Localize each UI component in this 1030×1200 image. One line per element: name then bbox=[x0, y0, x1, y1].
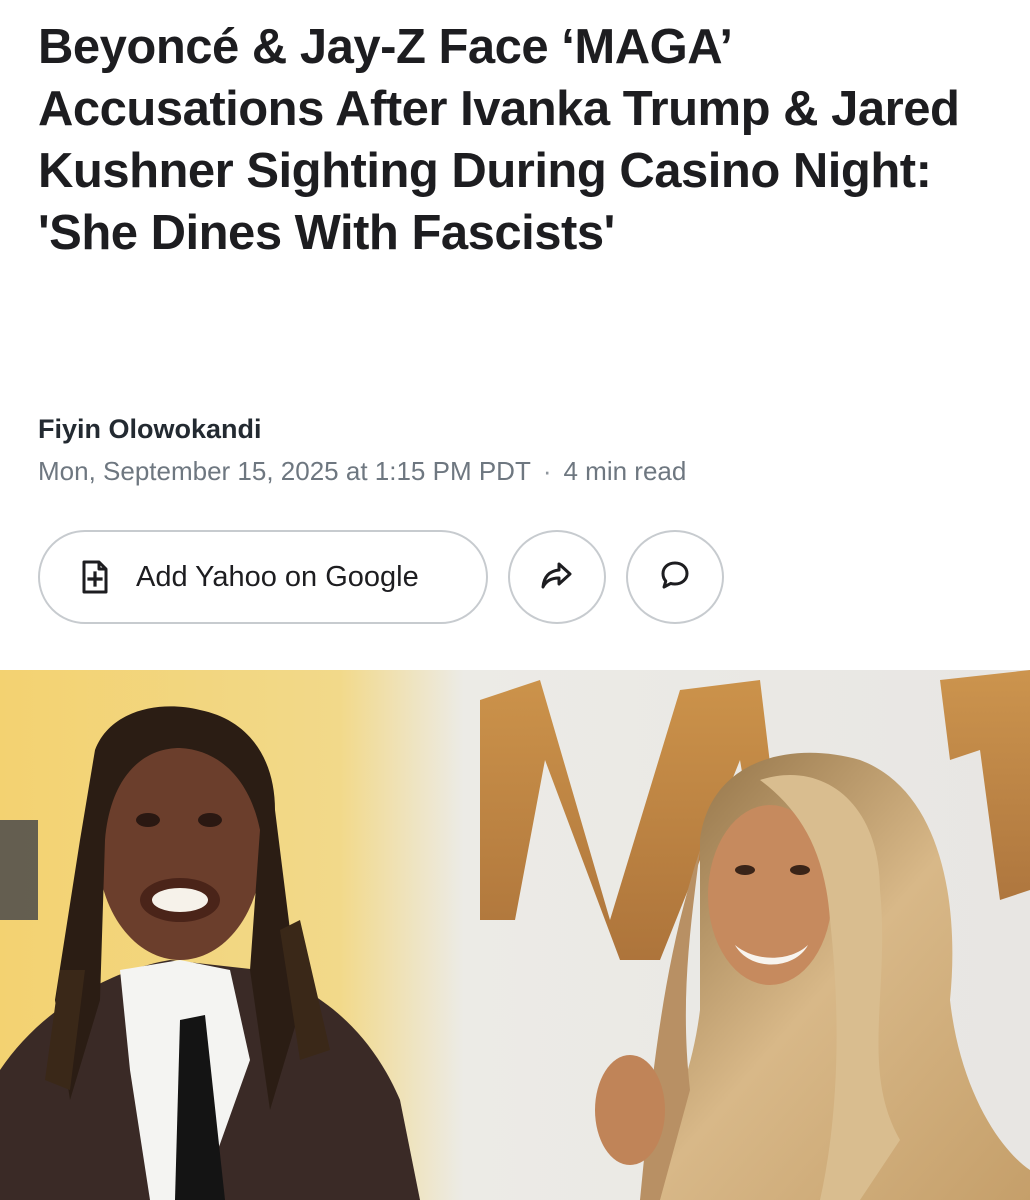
hero-photo-illustration bbox=[0, 670, 1030, 1200]
article-actions: Add Yahoo on Google bbox=[38, 530, 724, 624]
article-meta: Mon, September 15, 2025 at 1:15 PM PDT · 4… bbox=[38, 456, 686, 487]
hero-photo bbox=[0, 670, 1030, 1200]
article: Beyoncé & Jay-Z Face ‘MAGA’ Accusations … bbox=[0, 0, 1030, 1200]
read-time: 4 min read bbox=[563, 456, 687, 486]
article-headline: Beyoncé & Jay-Z Face ‘MAGA’ Accusations … bbox=[38, 20, 960, 260]
share-arrow-icon bbox=[540, 560, 574, 595]
author-name[interactable]: Fiyin Olowokandi bbox=[38, 414, 262, 445]
document-plus-icon bbox=[80, 559, 110, 595]
comments-button[interactable] bbox=[626, 530, 724, 624]
publish-date: Mon, September 15, 2025 at 1:15 PM PDT bbox=[38, 456, 531, 486]
share-button[interactable] bbox=[508, 530, 606, 624]
comment-bubble-icon bbox=[659, 559, 691, 596]
add-yahoo-on-google-button[interactable]: Add Yahoo on Google bbox=[38, 530, 488, 624]
add-yahoo-on-google-label: Add Yahoo on Google bbox=[136, 560, 419, 593]
meta-separator: · bbox=[542, 456, 552, 486]
